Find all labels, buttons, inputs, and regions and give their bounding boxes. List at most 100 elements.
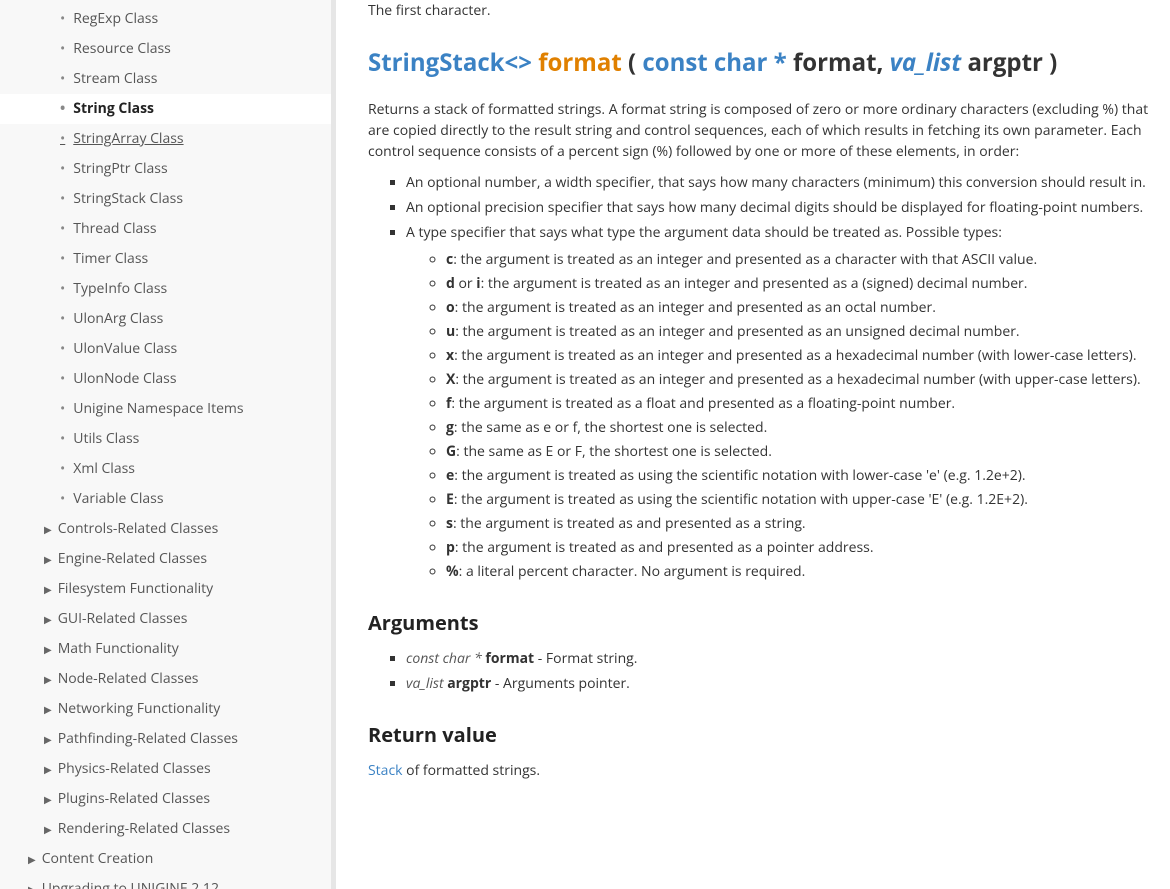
argument-desc: - Arguments pointer. [491, 674, 630, 693]
spec-list: An optional number, a width specifier, t… [368, 172, 1160, 582]
sidebar-item[interactable]: Stream Class [0, 64, 331, 94]
type-spec-key: g [446, 418, 454, 437]
sidebar-item[interactable]: Plugins-Related Classes [0, 784, 331, 814]
type-spec-text: : a literal percent character. No argume… [459, 562, 806, 581]
paren-close: ) [1049, 46, 1057, 79]
sidebar-item[interactable]: Xml Class [0, 454, 331, 484]
sidebar-item[interactable]: TypeInfo Class [0, 274, 331, 304]
type-spec-item: g: the same as e or f, the shortest one … [446, 417, 1160, 438]
type-spec-key: E [446, 490, 454, 509]
type-spec-key: d [446, 274, 455, 293]
return-value-text: Stack of formatted strings. [368, 760, 1160, 781]
argument-desc: - Format string. [534, 649, 637, 668]
sidebar-item[interactable]: GUI-Related Classes [0, 604, 331, 634]
argument-name: argptr [447, 674, 491, 693]
sidebar-item[interactable]: Content Creation [0, 844, 331, 874]
type-spec-text: : the argument is treated as a float and… [451, 394, 955, 413]
sidebar-item[interactable]: Variable Class [0, 484, 331, 514]
sidebar-item[interactable]: Pathfinding-Related Classes [0, 724, 331, 754]
sidebar-item[interactable]: Physics-Related Classes [0, 754, 331, 784]
argument-type: const char * [406, 649, 482, 668]
sidebar-item[interactable]: UlonNode Class [0, 364, 331, 394]
type-spec-text: : the argument is treated as an integer … [454, 346, 1136, 365]
type-spec-text: : the argument is treated as an integer … [481, 274, 1028, 293]
return-type: StringStack<> [368, 46, 532, 79]
argument-name: format [485, 649, 534, 668]
argument-type: va_list [406, 674, 444, 693]
main-content: The first character. StringStack<> forma… [336, 0, 1170, 889]
param1-name: format, [793, 46, 883, 79]
stack-link[interactable]: Stack [368, 761, 403, 780]
argument-item: const char * format - Format string. [406, 648, 1160, 669]
function-name: format [538, 46, 622, 79]
type-spec-item: p: the argument is treated as and presen… [446, 537, 1160, 558]
type-spec-item: X: the argument is treated as an integer… [446, 369, 1160, 390]
function-description: Returns a stack of formatted strings. A … [368, 99, 1160, 162]
sidebar-item[interactable]: Node-Related Classes [0, 664, 331, 694]
intro-fragment: The first character. [368, 0, 1160, 21]
type-spec-item: G: the same as E or F, the shortest one … [446, 441, 1160, 462]
type-spec-key: X [446, 370, 455, 389]
type-spec-text: : the argument is treated as an integer … [455, 370, 1140, 389]
type-spec-item: E: the argument is treated as using the … [446, 489, 1160, 510]
sidebar-item[interactable]: Rendering-Related Classes [0, 814, 331, 844]
type-spec-key: s [446, 514, 453, 533]
param1-type: const char * [642, 46, 786, 79]
type-spec-text: : the argument is treated as and present… [455, 538, 874, 557]
sidebar-item[interactable]: Thread Class [0, 214, 331, 244]
type-spec-key: x [446, 346, 454, 365]
sidebar-item[interactable]: Upgrading to UNIGINE 2.12 [0, 874, 331, 889]
sidebar-item[interactable]: Resource Class [0, 34, 331, 64]
sidebar-item[interactable]: UlonArg Class [0, 304, 331, 334]
sidebar-item[interactable]: Engine-Related Classes [0, 544, 331, 574]
param2-type: va_list [890, 46, 962, 79]
type-spec-list: c: the argument is treated as an integer… [406, 249, 1160, 582]
type-spec-mid: or [455, 274, 476, 293]
type-spec-item: c: the argument is treated as an integer… [446, 249, 1160, 270]
spec-item-text: A type specifier that says what type the… [406, 223, 1002, 242]
type-spec-item: %: a literal percent character. No argum… [446, 561, 1160, 582]
param2-name: argptr [967, 46, 1042, 79]
type-spec-item: e: the argument is treated as using the … [446, 465, 1160, 486]
sidebar-item[interactable]: StringStack Class [0, 184, 331, 214]
sidebar-item[interactable]: StringPtr Class [0, 154, 331, 184]
type-spec-text: : the argument is treated as using the s… [454, 490, 1028, 509]
sidebar-item[interactable]: RegExp Class [0, 4, 331, 34]
type-spec-text: : the argument is treated as using the s… [454, 466, 1025, 485]
type-spec-item: s: the argument is treated as and presen… [446, 513, 1160, 534]
type-spec-text: : the argument is treated as an integer … [455, 322, 1019, 341]
spec-item: An optional number, a width specifier, t… [406, 172, 1160, 193]
arguments-list: const char * format - Format string. va_l… [368, 648, 1160, 694]
sidebar-item[interactable]: Controls-Related Classes [0, 514, 331, 544]
type-spec-item: u: the argument is treated as an integer… [446, 321, 1160, 342]
spec-item: A type specifier that says what type the… [406, 222, 1160, 582]
sidebar-item[interactable]: Networking Functionality [0, 694, 331, 724]
sidebar-item[interactable]: StringArray Class [0, 124, 331, 154]
type-spec-item: o: the argument is treated as an integer… [446, 297, 1160, 318]
sidebar: RegExp ClassResource ClassStream ClassSt… [0, 0, 336, 889]
type-spec-key: % [446, 562, 459, 581]
argument-item: va_list argptr - Arguments pointer. [406, 673, 1160, 694]
sidebar-item[interactable]: Filesystem Functionality [0, 574, 331, 604]
type-spec-key: G [446, 442, 456, 461]
return-value-rest: of formatted strings. [403, 761, 541, 780]
type-spec-text: : the argument is treated as an integer … [453, 250, 1037, 269]
sidebar-item[interactable]: UlonValue Class [0, 334, 331, 364]
sidebar-item[interactable]: Math Functionality [0, 634, 331, 664]
type-spec-text: : the same as E or F, the shortest one i… [456, 442, 772, 461]
sidebar-item[interactable]: Unigine Namespace Items [0, 394, 331, 424]
type-spec-text: : the argument is treated as and present… [453, 514, 806, 533]
type-spec-item: x: the argument is treated as an integer… [446, 345, 1160, 366]
type-spec-item: d or i: the argument is treated as an in… [446, 273, 1160, 294]
sidebar-item[interactable]: Utils Class [0, 424, 331, 454]
type-spec-key: o [446, 298, 455, 317]
return-value-heading: Return value [368, 720, 1160, 750]
type-spec-item: f: the argument is treated as a float an… [446, 393, 1160, 414]
spec-item: An optional precision specifier that say… [406, 197, 1160, 218]
type-spec-key: p [446, 538, 455, 557]
arguments-heading: Arguments [368, 608, 1160, 638]
sidebar-item[interactable]: String Class [0, 94, 331, 124]
function-signature: StringStack<> format ( const char * form… [368, 45, 1160, 81]
type-spec-text: : the argument is treated as an integer … [455, 298, 936, 317]
sidebar-item[interactable]: Timer Class [0, 244, 331, 274]
